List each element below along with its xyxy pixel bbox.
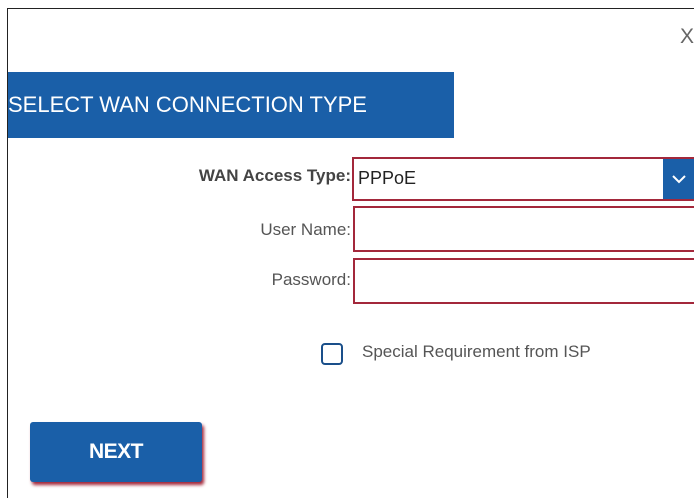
- special-requirement-checkbox[interactable]: [321, 343, 343, 365]
- close-button[interactable]: X: [675, 23, 694, 51]
- chevron-down-icon[interactable]: [663, 159, 694, 199]
- user-name-label: User Name:: [260, 220, 351, 239]
- password-input[interactable]: [353, 258, 694, 304]
- dialog-title: SELECT WAN CONNECTION TYPE: [8, 72, 454, 138]
- next-button[interactable]: NEXT: [30, 422, 202, 482]
- wan-setup-dialog: X SELECT WAN CONNECTION TYPE WAN Access …: [7, 8, 694, 498]
- wan-access-type-value: PPPoE: [358, 168, 417, 188]
- wan-access-type-select[interactable]: PPPoE: [352, 157, 694, 201]
- user-name-input[interactable]: [353, 206, 694, 252]
- special-requirement-label[interactable]: Special Requirement from ISP: [362, 342, 591, 362]
- password-label: Password:: [271, 270, 351, 289]
- wan-access-type-label: WAN Access Type:: [198, 166, 351, 185]
